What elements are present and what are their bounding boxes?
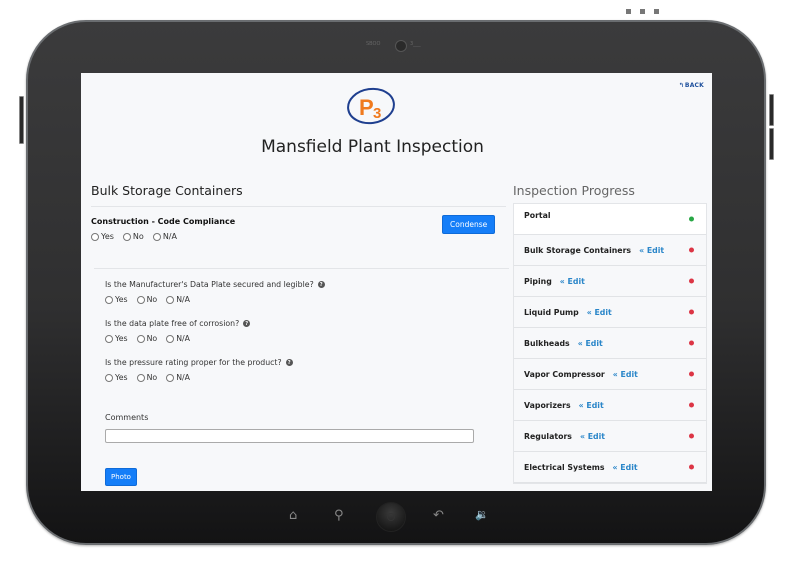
radio-yes[interactable]: Yes — [105, 334, 128, 343]
side-button-right-2 — [769, 128, 774, 160]
edit-link[interactable]: « Edit — [613, 463, 638, 472]
home-icon[interactable]: ⌂ — [289, 508, 297, 523]
edit-link[interactable]: « Edit — [560, 277, 585, 286]
radio-no[interactable]: No — [136, 373, 157, 382]
question-item: Is the data plate free of corrosion?? Ye… — [105, 319, 485, 343]
radio-na[interactable]: N/A — [166, 373, 190, 382]
p3-logo: P 3 — [347, 87, 395, 125]
edit-link[interactable]: « Edit — [587, 308, 612, 317]
progress-item-label: Bulk Storage Containers — [524, 245, 632, 255]
comments-input[interactable] — [105, 429, 474, 443]
progress-item: Portal — [514, 204, 706, 235]
back-arrow-icon[interactable]: ↶ — [433, 508, 444, 523]
radio-na[interactable]: N/A — [152, 232, 177, 241]
progress-item-label: Liquid Pump — [524, 307, 579, 317]
status-dot — [689, 433, 694, 439]
status-dot — [689, 278, 694, 284]
question-text: Is the Manufacturer's Data Plate secured… — [105, 280, 314, 289]
search-icon[interactable]: ⚲ — [334, 508, 344, 523]
progress-item: Liquid Pump « Edit — [514, 297, 706, 328]
help-icon[interactable]: ? — [243, 320, 251, 327]
svg-text:3: 3 — [373, 105, 381, 122]
status-dot — [689, 371, 694, 377]
edit-link[interactable]: « Edit — [613, 370, 638, 379]
back-arrow-icon: ↰ — [678, 82, 684, 89]
help-icon[interactable]: ? — [317, 281, 325, 288]
status-dot — [689, 464, 694, 470]
progress-item-label: Bulkheads — [524, 338, 570, 348]
help-icon[interactable]: ? — [285, 359, 293, 366]
progress-item-label: Portal — [524, 211, 551, 220]
progress-item: Bulkheads « Edit — [514, 328, 706, 359]
page-title: Mansfield Plant Inspection — [261, 137, 484, 157]
app-screen: ↰ BACK P 3 Mansfield Plant Inspection Bu… — [81, 73, 712, 491]
radio-no[interactable]: No — [122, 232, 144, 241]
status-dot — [689, 402, 694, 408]
volume-icon[interactable]: 🔉 — [475, 508, 489, 521]
svg-text:P: P — [359, 95, 374, 120]
status-dot — [689, 216, 694, 222]
back-label: BACK — [684, 82, 704, 89]
question-item: Is the pressure rating proper for the pr… — [105, 358, 485, 382]
section-panel: Bulk Storage Containers Construction - C… — [91, 183, 506, 241]
side-button-right-1 — [769, 94, 774, 126]
radio-yes[interactable]: Yes — [105, 295, 128, 304]
brand-right: 3___ — [410, 41, 421, 47]
radio-no[interactable]: No — [136, 295, 157, 304]
camera — [395, 40, 407, 52]
question-text: Is the pressure rating proper for the pr… — [105, 358, 282, 367]
progress-title: Inspection Progress — [513, 183, 635, 198]
radio-na[interactable]: N/A — [166, 295, 190, 304]
condense-button[interactable]: Condense — [442, 215, 496, 234]
comments-label: Comments — [105, 413, 149, 422]
progress-panel: Inspection Progress Portal Bulk Storage C… — [513, 183, 707, 484]
progress-item-label: Piping — [524, 276, 552, 286]
progress-item: Electrical Systems « Edit — [514, 452, 706, 483]
progress-item: Vaporizers « Edit — [514, 390, 706, 421]
progress-item-label: Regulators — [524, 431, 572, 441]
radio-no[interactable]: No — [136, 334, 157, 343]
progress-item: Piping « Edit — [514, 266, 706, 297]
section-title: Bulk Storage Containers — [91, 183, 506, 207]
status-dot — [689, 340, 694, 346]
progress-list: Portal Bulk Storage Containers « Edit Pipin… — [513, 203, 707, 484]
status-dot — [689, 309, 694, 315]
divider — [94, 268, 509, 269]
brand-left: SBOO — [366, 41, 381, 47]
edit-link[interactable]: « Edit — [639, 246, 664, 255]
edit-link[interactable]: « Edit — [579, 401, 604, 410]
progress-item-label: Vapor Compressor — [524, 369, 605, 379]
indicator-dots — [626, 9, 659, 14]
edit-link[interactable]: « Edit — [578, 339, 603, 348]
radio-yes[interactable]: Yes — [91, 232, 114, 241]
progress-item: Regulators « Edit — [514, 421, 706, 452]
edit-link[interactable]: « Edit — [580, 432, 605, 441]
photo-button[interactable]: Photo — [105, 468, 137, 486]
progress-item: Vapor Compressor « Edit — [514, 359, 706, 390]
radio-na[interactable]: N/A — [166, 334, 190, 343]
question-list: Is the Manufacturer's Data Plate secured… — [105, 280, 485, 397]
question-item: Is the Manufacturer's Data Plate secured… — [105, 280, 485, 304]
progress-item: Bulk Storage Containers « Edit — [514, 235, 706, 266]
radio-yes[interactable]: Yes — [105, 373, 128, 382]
status-dot — [689, 247, 694, 253]
question-text: Is the data plate free of corrosion? — [105, 319, 240, 328]
progress-item-label: Vaporizers — [524, 400, 571, 410]
home-button[interactable] — [376, 502, 406, 532]
progress-item-label: Electrical Systems — [524, 462, 605, 472]
back-link[interactable]: ↰ BACK — [679, 82, 704, 89]
side-button-left — [19, 96, 24, 144]
